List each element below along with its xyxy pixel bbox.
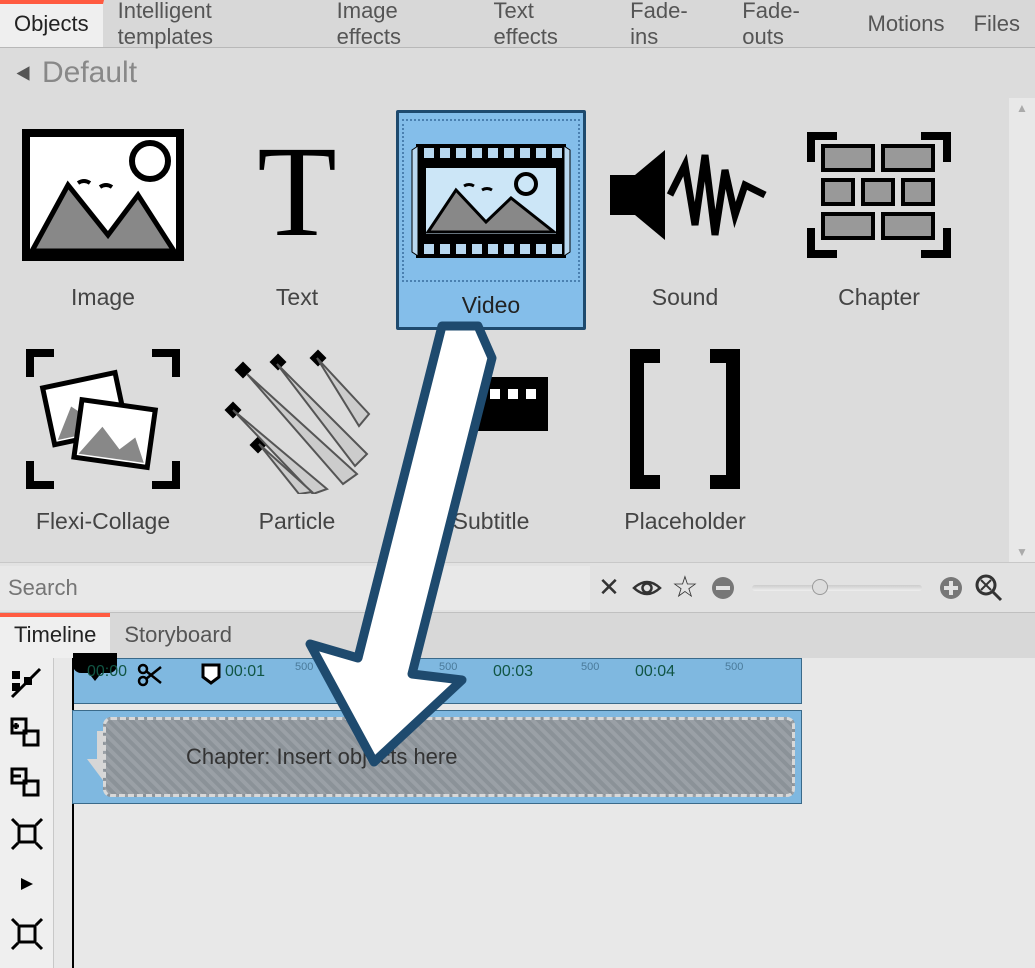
top-tabs: Objects Intelligent templates Image effe… [0,0,1035,48]
timeline-ruler[interactable]: 00:00 00:01 00:03 00:04 500 500 500 500 [72,658,802,704]
toolbar: ✕ ☆ [0,562,1035,612]
object-chapter[interactable]: Chapter [784,110,974,330]
image-icon [13,110,193,280]
object-label: Sound [652,284,719,311]
tab-image-effects[interactable]: Image effects [323,0,480,47]
tab-fade-outs[interactable]: Fade-outs [728,0,853,47]
ruler-subtick: 500 [439,661,457,673]
fx-off-icon [10,667,44,701]
object-label: Particle [259,508,336,535]
video-icon [402,119,580,282]
scroll-up-icon[interactable]: ▲ [1009,98,1035,118]
timeline-tabs: Timeline Storyboard [0,612,1035,658]
category-header[interactable]: Default [0,48,1035,98]
minus-icon [710,575,736,601]
close-icon: ✕ [598,572,620,603]
object-placeholder[interactable]: Placeholder [590,334,780,554]
ruler-subtick: 500 [295,661,313,673]
tab-files[interactable]: Files [960,0,1035,47]
object-text[interactable]: T Text [202,110,392,330]
scroll-down-icon[interactable]: ▼ [1009,542,1035,562]
object-flexi-collage[interactable]: Flexi-Collage [8,334,198,554]
object-label: Flexi-Collage [36,508,170,535]
placeholder-icon [595,334,775,504]
object-sound[interactable]: Sound [590,110,780,330]
fit-selection-button[interactable] [7,814,47,854]
tab-intelligent-templates[interactable]: Intelligent templates [104,0,323,47]
object-label: Placeholder [624,508,745,535]
timeline-track[interactable]: Chapter: Insert objects here [72,710,802,804]
zoom-slider[interactable] [752,585,922,591]
remove-track-button[interactable] [7,764,47,804]
subtitle-icon [401,334,581,504]
favorite-button[interactable]: ☆ [666,569,704,607]
insert-track-button[interactable] [7,714,47,754]
flexi-collage-icon [13,334,193,504]
object-particle[interactable]: Particle [202,334,392,554]
slider-thumb[interactable] [812,579,828,595]
object-subtitle[interactable]: Subtitle [396,334,586,554]
object-label: Chapter [838,284,920,311]
category-name: Default [42,56,137,90]
remove-icon [10,767,44,801]
sound-icon [595,110,775,280]
particle-icon [207,334,387,504]
tab-storyboard[interactable]: Storyboard [110,613,246,658]
star-icon: ☆ [672,570,699,605]
object-label: Video [462,292,520,319]
fit-in-icon [10,817,44,851]
tab-objects[interactable]: Objects [0,0,104,47]
ruler-subtick: 500 [581,661,599,673]
object-image[interactable]: Image [8,110,198,330]
visibility-button[interactable] [628,569,666,607]
object-label: Text [276,284,318,311]
track-dropzone[interactable]: Chapter: Insert objects here [103,717,795,797]
chapter-icon [789,110,969,280]
play-icon [19,876,35,892]
ruler-subtick: 500 [725,661,743,673]
playhead-line [72,658,74,968]
text-icon: T [207,110,387,280]
tab-text-effects[interactable]: Text effects [480,0,617,47]
search-input[interactable] [0,566,590,610]
zoom-out-button[interactable] [704,569,742,607]
tab-timeline[interactable]: Timeline [0,613,110,658]
tab-motions[interactable]: Motions [854,0,960,47]
objects-panel: ▲ ▼ Image T Text [0,98,1035,562]
track-hint: Chapter: Insert objects here [186,744,457,770]
collapse-icon [17,66,30,80]
tab-fade-ins[interactable]: Fade-ins [616,0,728,47]
ruler-mark: 00:04 [635,663,675,681]
eye-icon [632,578,662,598]
timeline-area[interactable]: 00:00 00:01 00:03 00:04 500 500 500 500 … [54,658,1035,968]
zoom-in-button[interactable] [932,569,970,607]
ruler-mark: 00:03 [493,663,533,681]
insert-icon [10,717,44,751]
timeline-toolbar [0,658,54,968]
ruler-mark: 00:00 [87,663,127,681]
plus-icon [938,575,964,601]
fit-all-button[interactable] [7,914,47,954]
fit-out-icon [10,917,44,951]
clear-search-button[interactable]: ✕ [590,569,628,607]
svg-text:T: T [257,125,336,264]
scrollbar[interactable]: ▲ ▼ [1009,98,1035,562]
effects-toggle-button[interactable] [7,664,47,704]
marker-icon[interactable] [199,663,223,685]
object-label: Image [71,284,135,311]
scissors-icon[interactable] [137,663,165,687]
magnify-icon [974,573,1004,603]
play-button[interactable] [7,864,47,904]
object-label: Subtitle [453,508,530,535]
object-video[interactable]: Video [396,110,586,330]
zoom-fit-button[interactable] [970,569,1008,607]
timeline-panel: 00:00 00:01 00:03 00:04 500 500 500 500 … [0,658,1035,968]
ruler-mark: 00:01 [225,663,265,681]
